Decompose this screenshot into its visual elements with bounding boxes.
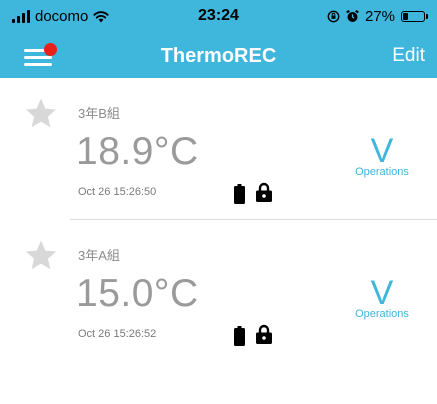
lock-icon — [256, 182, 272, 202]
status-bar: docomo 23:24 27% — [0, 0, 437, 34]
lock-icon — [256, 324, 272, 344]
orientation-lock-icon — [327, 10, 340, 23]
device-row[interactable]: 3年A組 15.0°C Oct 26 15:26:52 V Operations — [0, 220, 437, 361]
page-title: ThermoREC — [160, 45, 277, 67]
app-screen: docomo 23:24 27% ThermoREC Edit 3年B組 18.… — [0, 0, 437, 404]
battery-percent: 27% — [364, 8, 395, 25]
star-icon[interactable] — [24, 97, 58, 131]
operations-label: Operations — [355, 166, 409, 178]
device-battery-icon — [234, 184, 245, 204]
operations-chevron: V — [370, 132, 394, 170]
navigation-bar: ThermoREC Edit — [0, 34, 437, 78]
status-right: 27% — [327, 8, 428, 25]
edit-button[interactable]: Edit — [392, 45, 425, 67]
device-battery-icon — [234, 326, 245, 346]
reading-timestamp: Oct 26 15:26:52 — [78, 328, 157, 340]
temperature-reading: 18.9°C — [76, 130, 199, 173]
battery-level-fill — [403, 13, 408, 20]
operations-button[interactable]: V Operations — [344, 276, 420, 320]
alarm-icon — [346, 10, 359, 22]
operations-label: Operations — [355, 308, 409, 320]
device-name: 3年A組 — [78, 248, 120, 263]
reading-timestamp: Oct 26 15:26:50 — [78, 186, 157, 198]
device-row[interactable]: 3年B組 18.9°C Oct 26 15:26:50 V Operations — [0, 78, 437, 220]
device-name: 3年B組 — [78, 106, 120, 121]
operations-chevron: V — [370, 274, 394, 312]
temperature-reading: 15.0°C — [76, 272, 199, 315]
star-icon[interactable] — [24, 239, 58, 273]
device-list: 3年B組 18.9°C Oct 26 15:26:50 V Operations — [0, 78, 437, 361]
battery-icon — [401, 11, 428, 22]
operations-button[interactable]: V Operations — [344, 134, 420, 178]
